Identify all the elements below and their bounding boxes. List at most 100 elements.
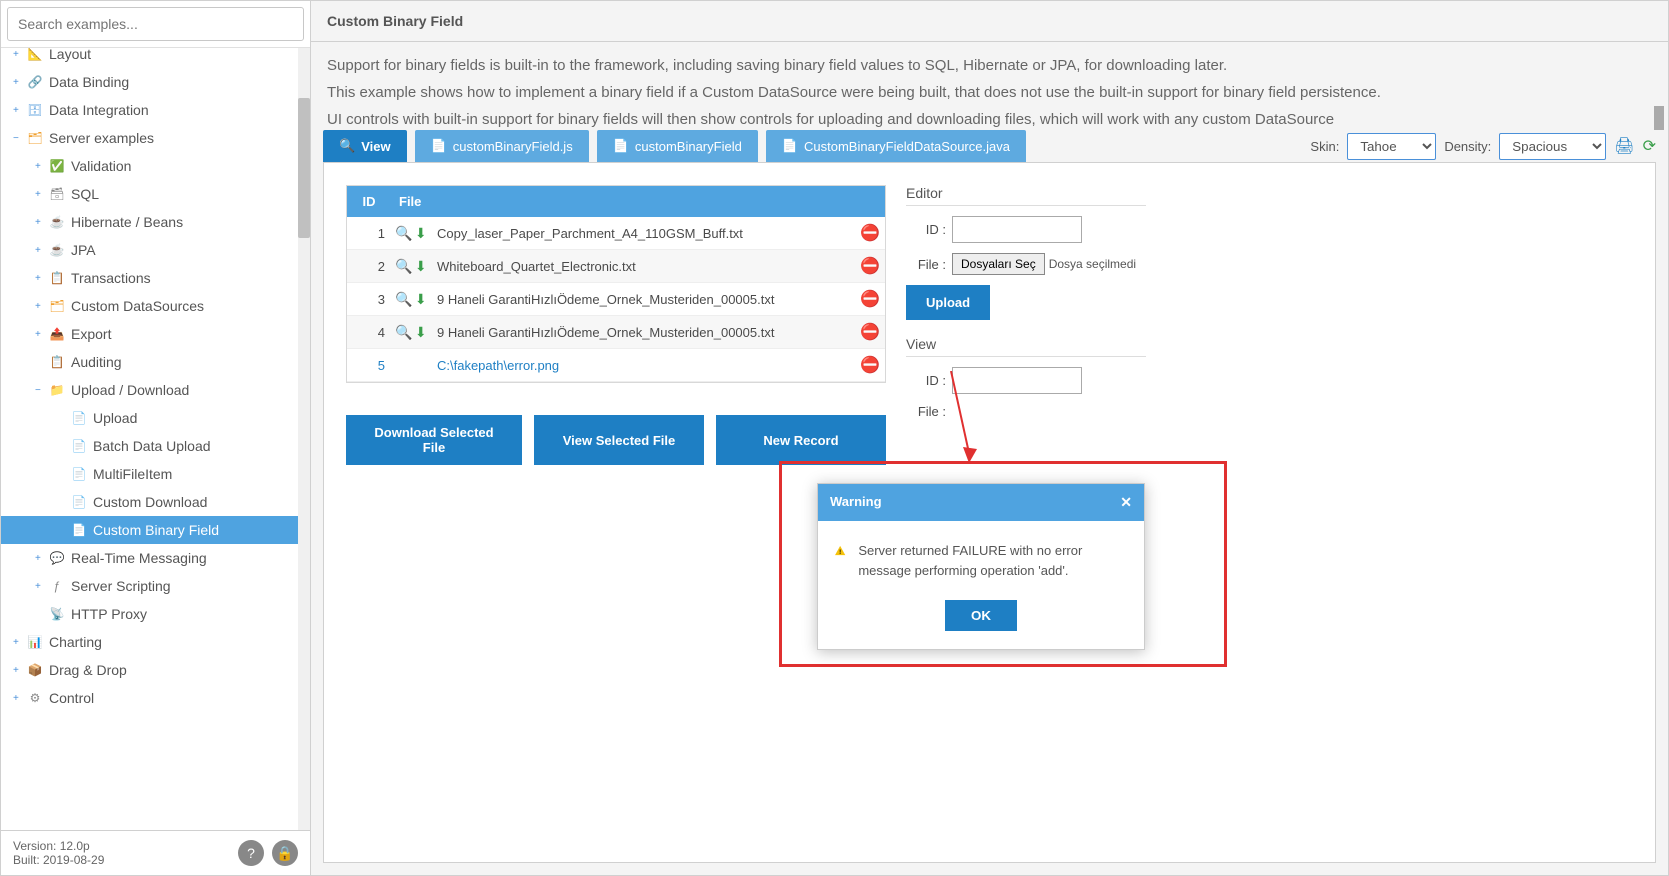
- delete-icon[interactable]: ⛔: [855, 322, 885, 342]
- tree-node-icon: ⚙: [27, 690, 43, 706]
- tab-custombinaryfield-js[interactable]: 📄customBinaryField.js: [415, 130, 589, 162]
- print-icon[interactable]: 🖨: [1614, 136, 1634, 156]
- tree-item-drag-drop[interactable]: +📦Drag & Drop: [1, 656, 310, 684]
- tree-toggle-icon[interactable]: +: [35, 301, 47, 312]
- tree-item-http-proxy[interactable]: 📡HTTP Proxy: [1, 600, 310, 628]
- ok-button[interactable]: OK: [945, 600, 1017, 631]
- tree-item-jpa[interactable]: +☕JPA: [1, 236, 310, 264]
- tree-item-hibernate-beans[interactable]: +☕Hibernate / Beans: [1, 208, 310, 236]
- delete-icon[interactable]: ⛔: [855, 223, 885, 243]
- tree-scroll-thumb[interactable]: [298, 98, 310, 238]
- tree-item-upload[interactable]: 📄Upload: [1, 404, 310, 432]
- tree-toggle-icon[interactable]: +: [35, 329, 47, 340]
- download-button[interactable]: Download Selected File: [346, 415, 522, 465]
- tree-item-server-examples[interactable]: −🗂Server examples: [1, 124, 310, 152]
- tree-toggle-icon[interactable]: +: [13, 637, 25, 648]
- tree-toggle-icon[interactable]: +: [13, 693, 25, 704]
- view-button[interactable]: View Selected File: [534, 415, 704, 465]
- delete-icon[interactable]: ⛔: [855, 289, 885, 309]
- tree-scrollbar[interactable]: [298, 48, 310, 830]
- view-icon[interactable]: 🔍: [395, 324, 412, 341]
- density-label: Density:: [1444, 139, 1491, 154]
- view-id-input[interactable]: [952, 367, 1082, 394]
- tree-item-multifileitem[interactable]: 📄MultiFileItem: [1, 460, 310, 488]
- skin-select[interactable]: Tahoe: [1347, 133, 1436, 160]
- tree-item-auditing[interactable]: 📋Auditing: [1, 348, 310, 376]
- tree-toggle-icon[interactable]: +: [35, 161, 47, 172]
- dialog-message: Server returned FAILURE with no error me…: [858, 541, 1128, 580]
- tree-toggle-icon[interactable]: +: [13, 105, 25, 116]
- density-select[interactable]: Spacious: [1499, 133, 1606, 160]
- tab-custombinaryfielddatasource-java[interactable]: 📄CustomBinaryFieldDataSource.java: [766, 130, 1026, 162]
- cell-file: Whiteboard_Quartet_Electronic.txt: [431, 259, 855, 274]
- upload-button[interactable]: Upload: [906, 285, 990, 320]
- tree-node-icon: 📄: [71, 494, 87, 510]
- editor-id-input[interactable]: [952, 216, 1082, 243]
- tree-toggle-icon[interactable]: +: [35, 273, 47, 284]
- delete-icon[interactable]: ⛔: [855, 355, 885, 375]
- view-icon[interactable]: 🔍: [395, 225, 412, 242]
- view-icon[interactable]: 🔍: [395, 258, 412, 275]
- lock-button[interactable]: 🔒: [272, 840, 298, 866]
- tree-item-export[interactable]: +📤Export: [1, 320, 310, 348]
- header-id[interactable]: ID: [347, 186, 391, 217]
- tree-item-charting[interactable]: +📊Charting: [1, 628, 310, 656]
- tree-item-label: Control: [49, 690, 94, 706]
- desc-scroll-thumb[interactable]: [1654, 106, 1664, 130]
- tree-node-icon: ƒ: [49, 578, 65, 594]
- tree-toggle-icon[interactable]: +: [35, 245, 47, 256]
- view-icon[interactable]: 🔍: [395, 291, 412, 308]
- view-id-label: ID :: [906, 373, 946, 388]
- search-input[interactable]: [7, 7, 304, 41]
- tree-item-label: Validation: [71, 158, 131, 174]
- tree-toggle-icon[interactable]: +: [13, 665, 25, 676]
- nav-tree[interactable]: +📐Layout+🔗Data Binding+🗄Data Integration…: [1, 48, 310, 830]
- tree-item-custom-binary-field[interactable]: 📄Custom Binary Field: [1, 516, 310, 544]
- data-grid[interactable]: ID File 1🔍⬇Copy_laser_Paper_Parchment_A4…: [346, 185, 886, 383]
- tree-item-data-binding[interactable]: +🔗Data Binding: [1, 68, 310, 96]
- tree-item-control[interactable]: +⚙ Control: [1, 684, 310, 712]
- tab-view[interactable]: 🔍View: [323, 130, 407, 162]
- tree-item-custom-download[interactable]: 📄Custom Download: [1, 488, 310, 516]
- tree-item-sql[interactable]: +🗃SQL: [1, 180, 310, 208]
- tree-node-icon: 🔗: [27, 74, 43, 90]
- header-file[interactable]: File: [391, 186, 885, 217]
- new-record-button[interactable]: New Record: [716, 415, 886, 465]
- help-button[interactable]: ?: [238, 840, 264, 866]
- tree-item-label: Server examples: [49, 130, 154, 146]
- download-icon[interactable]: ⬇: [415, 258, 427, 275]
- table-row[interactable]: 3🔍⬇9 Haneli GarantiHızlıÖdeme_Ornek_Must…: [347, 283, 885, 316]
- tree-toggle-icon[interactable]: +: [13, 49, 25, 60]
- tree-toggle-icon[interactable]: −: [35, 385, 47, 396]
- tree-toggle-icon[interactable]: +: [35, 553, 47, 564]
- download-icon[interactable]: ⬇: [415, 291, 427, 308]
- download-icon[interactable]: ⬇: [415, 225, 427, 242]
- tree-toggle-icon[interactable]: −: [13, 133, 25, 144]
- table-row[interactable]: 1🔍⬇Copy_laser_Paper_Parchment_A4_110GSM_…: [347, 217, 885, 250]
- download-icon[interactable]: ⬇: [415, 324, 427, 341]
- tree-item-real-time-messaging[interactable]: +💬Real-Time Messaging: [1, 544, 310, 572]
- close-icon[interactable]: ✕: [1120, 494, 1132, 511]
- tree-item-label: Upload / Download: [71, 382, 189, 398]
- tree-item-upload-download[interactable]: −📁Upload / Download: [1, 376, 310, 404]
- tree-toggle-icon[interactable]: +: [35, 581, 47, 592]
- table-row[interactable]: 4🔍⬇9 Haneli GarantiHızlıÖdeme_Ornek_Must…: [347, 316, 885, 349]
- table-row[interactable]: 5C:\fakepath\error.png⛔: [347, 349, 885, 382]
- tree-toggle-icon[interactable]: +: [35, 189, 47, 200]
- tree-item-transactions[interactable]: +📋Transactions: [1, 264, 310, 292]
- tree-item-validation[interactable]: +✅Validation: [1, 152, 310, 180]
- tree-item-server-scripting[interactable]: +ƒServer Scripting: [1, 572, 310, 600]
- table-row[interactable]: 2🔍⬇Whiteboard_Quartet_Electronic.txt⛔: [347, 250, 885, 283]
- tree-toggle-icon[interactable]: +: [13, 77, 25, 88]
- delete-icon[interactable]: ⛔: [855, 256, 885, 276]
- choose-file-button[interactable]: Dosyaları Seç: [952, 253, 1045, 275]
- refresh-icon[interactable]: ⟳: [1643, 136, 1656, 156]
- tree-toggle-icon[interactable]: +: [35, 217, 47, 228]
- tree-item-data-integration[interactable]: +🗄Data Integration: [1, 96, 310, 124]
- version-text: Version: 12.0p: [13, 839, 104, 853]
- tree-item-batch-data-upload[interactable]: 📄Batch Data Upload: [1, 432, 310, 460]
- tree-item-layout[interactable]: +📐Layout: [1, 48, 310, 68]
- tree-item-custom-datasources[interactable]: +🗂Custom DataSources: [1, 292, 310, 320]
- tree-item-label: Hibernate / Beans: [71, 214, 183, 230]
- tab-custombinaryfield[interactable]: 📄customBinaryField: [597, 130, 758, 162]
